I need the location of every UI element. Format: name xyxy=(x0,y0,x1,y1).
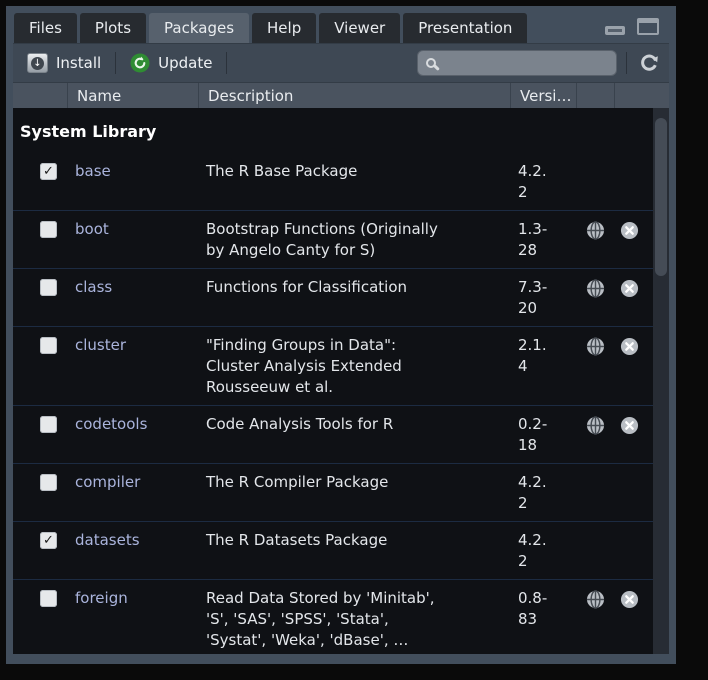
update-button[interactable]: Update xyxy=(125,53,217,73)
tab-packages[interactable]: Packages xyxy=(149,13,249,43)
toolbar-separator xyxy=(626,52,627,74)
update-icon xyxy=(130,53,150,73)
package-version: 0.8-83 xyxy=(510,588,576,651)
package-description: Bootstrap Functions (Originally by Angel… xyxy=(198,219,510,261)
package-description: The R Datasets Package xyxy=(198,530,510,572)
remove-icon[interactable] xyxy=(620,416,639,435)
minimize-icon[interactable] xyxy=(605,26,625,35)
package-name-link[interactable]: cluster xyxy=(67,335,198,398)
toolbar-separator xyxy=(226,52,227,74)
globe-icon[interactable] xyxy=(586,279,605,298)
scrollbar-thumb[interactable] xyxy=(655,118,667,276)
vertical-scrollbar[interactable] xyxy=(653,108,669,654)
remove-icon[interactable] xyxy=(620,337,639,356)
loaded-checkbox[interactable] xyxy=(40,590,57,607)
tab-files[interactable]: Files xyxy=(14,13,77,43)
tab-viewer[interactable]: Viewer xyxy=(319,13,400,43)
table-row: boot Bootstrap Functions (Originally by … xyxy=(13,211,669,269)
table-header: Name Description Versi… xyxy=(13,82,669,108)
loaded-checkbox[interactable]: ✓ xyxy=(40,532,57,549)
package-description: "Finding Groups in Data": Cluster Analys… xyxy=(198,335,510,398)
loaded-checkbox[interactable] xyxy=(40,221,57,238)
package-name-link[interactable]: base xyxy=(67,161,198,203)
package-list: System Library ✓ base The R Base Package… xyxy=(13,108,669,654)
package-name-link[interactable]: boot xyxy=(67,219,198,261)
update-button-label: Update xyxy=(158,54,212,72)
package-version: 7.3-20 xyxy=(510,277,576,319)
table-row: compiler The R Compiler Package 4.2.2 xyxy=(13,464,669,522)
install-button[interactable]: ↓ Install xyxy=(22,53,106,73)
maximize-icon[interactable] xyxy=(637,18,659,35)
package-name-link[interactable]: compiler xyxy=(67,472,198,514)
remove-icon[interactable] xyxy=(620,590,639,609)
package-version: 4.2.2 xyxy=(510,161,576,203)
package-version: 4.2.2 xyxy=(510,530,576,572)
install-icon: ↓ xyxy=(27,53,48,73)
package-name-link[interactable]: codetools xyxy=(67,414,198,456)
table-row: codetools Code Analysis Tools for R 0.2-… xyxy=(13,406,669,464)
header-version-column[interactable]: Versi… xyxy=(510,83,576,108)
tab-help[interactable]: Help xyxy=(252,13,316,43)
search-icon xyxy=(426,58,436,68)
table-row: ✓ datasets The R Datasets Package 4.2.2 xyxy=(13,522,669,580)
loaded-checkbox[interactable]: ✓ xyxy=(40,163,57,180)
loaded-checkbox[interactable] xyxy=(40,474,57,491)
package-description: Code Analysis Tools for R xyxy=(198,414,510,456)
table-row: ✓ base The R Base Package 4.2.2 xyxy=(13,153,669,211)
package-description: The R Compiler Package xyxy=(198,472,510,514)
toolbar-separator xyxy=(115,52,116,74)
header-browse-column[interactable] xyxy=(576,83,614,108)
tab-bar: FilesPlotsPackagesHelpViewerPresentation xyxy=(13,10,669,43)
search-input[interactable] xyxy=(444,55,608,71)
globe-icon[interactable] xyxy=(586,590,605,609)
header-checkbox-column[interactable] xyxy=(13,83,67,108)
tab-plots[interactable]: Plots xyxy=(80,13,146,43)
package-version: 1.3-28 xyxy=(510,219,576,261)
package-search-box[interactable] xyxy=(417,50,617,76)
loaded-checkbox[interactable] xyxy=(40,279,57,296)
package-version: 2.1.4 xyxy=(510,335,576,398)
table-row: foreign Read Data Stored by 'Minitab', '… xyxy=(13,580,669,654)
loaded-checkbox[interactable] xyxy=(40,337,57,354)
refresh-icon[interactable] xyxy=(638,52,660,74)
header-name-column[interactable]: Name xyxy=(67,83,198,108)
group-header: System Library xyxy=(13,108,669,153)
header-remove-column[interactable] xyxy=(614,83,669,108)
window-controls xyxy=(605,18,659,35)
package-description: Functions for Classification xyxy=(198,277,510,319)
package-description: Read Data Stored by 'Minitab', 'S', 'SAS… xyxy=(198,588,510,651)
package-description: The R Base Package xyxy=(198,161,510,203)
packages-pane: FilesPlotsPackagesHelpViewerPresentation… xyxy=(6,6,676,664)
table-row: class Functions for Classification 7.3-2… xyxy=(13,269,669,327)
package-name-link[interactable]: foreign xyxy=(67,588,198,651)
remove-icon[interactable] xyxy=(620,221,639,240)
globe-icon[interactable] xyxy=(586,416,605,435)
packages-toolbar: ↓ Install Update xyxy=(13,43,669,82)
package-version: 4.2.2 xyxy=(510,472,576,514)
table-row: cluster "Finding Groups in Data": Cluste… xyxy=(13,327,669,406)
package-name-link[interactable]: datasets xyxy=(67,530,198,572)
package-version: 0.2-18 xyxy=(510,414,576,456)
globe-icon[interactable] xyxy=(586,221,605,240)
loaded-checkbox[interactable] xyxy=(40,416,57,433)
globe-icon[interactable] xyxy=(586,337,605,356)
remove-icon[interactable] xyxy=(620,279,639,298)
package-name-link[interactable]: class xyxy=(67,277,198,319)
header-description-column[interactable]: Description xyxy=(198,83,510,108)
tab-presentation[interactable]: Presentation xyxy=(403,13,527,43)
install-button-label: Install xyxy=(56,54,101,72)
